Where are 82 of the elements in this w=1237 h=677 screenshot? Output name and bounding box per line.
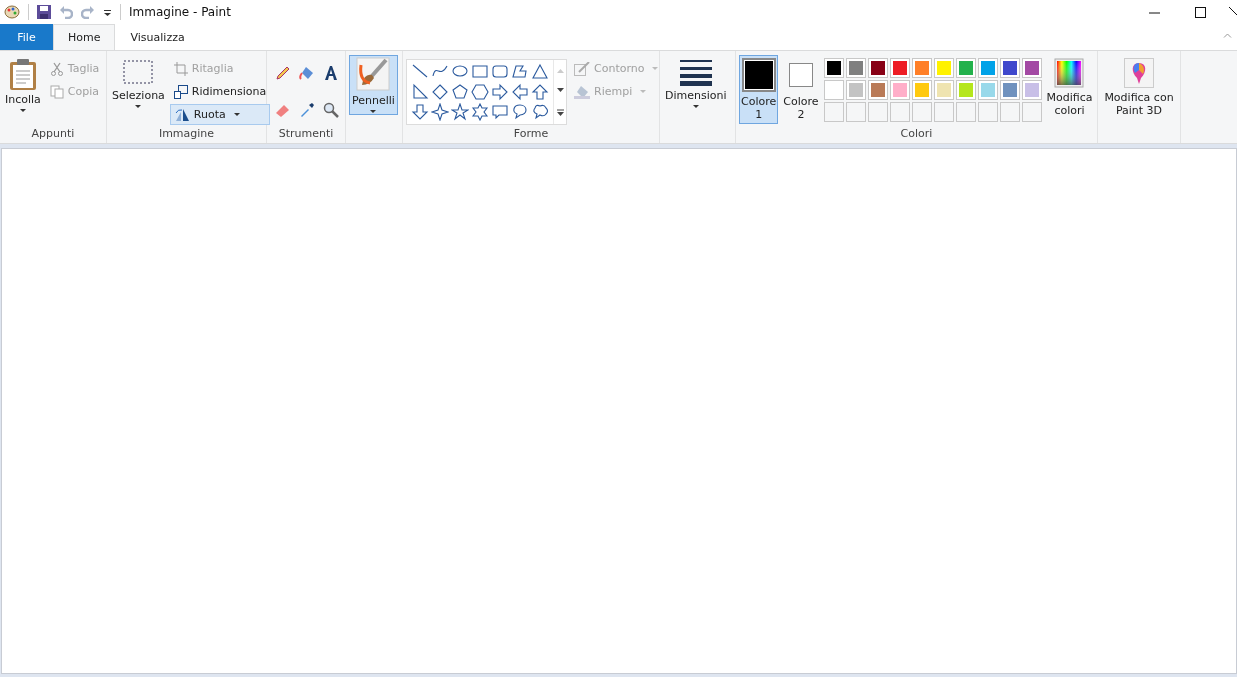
customize-caret-icon[interactable] [103, 7, 112, 17]
diamond-shape-icon[interactable] [431, 83, 449, 101]
palette-color[interactable] [1021, 80, 1042, 100]
scroll-down-icon[interactable] [556, 88, 564, 94]
palette-color[interactable] [999, 58, 1020, 78]
color-picker-icon[interactable] [299, 101, 315, 118]
fill-bucket-icon[interactable] [299, 65, 315, 81]
crop-icon [173, 61, 188, 76]
paste-button[interactable]: Incolla [3, 55, 43, 115]
size-button[interactable]: Dimensioni [663, 55, 729, 111]
arrow-right-shape-icon[interactable] [491, 83, 509, 101]
palette-color[interactable] [955, 58, 976, 78]
arrow-down-shape-icon[interactable] [411, 103, 429, 121]
star5-shape-icon[interactable] [451, 103, 469, 121]
palette-color[interactable] [911, 80, 932, 100]
pencil-icon[interactable] [275, 65, 291, 81]
text-tool-icon[interactable] [323, 65, 339, 81]
paint-drop-icon [1124, 58, 1154, 88]
group-label: Forme [513, 127, 549, 142]
star4-shape-icon[interactable] [431, 103, 449, 121]
palette-color[interactable] [955, 80, 976, 100]
palette-color[interactable] [823, 58, 844, 78]
magnifier-icon[interactable] [323, 101, 339, 118]
select-button[interactable]: Seleziona [110, 55, 167, 111]
file-tab[interactable]: File [0, 24, 53, 50]
window-title: Immagine - Paint [129, 5, 231, 19]
fill-bucket-icon [574, 84, 590, 99]
maximize-icon [1194, 6, 1206, 18]
copy-icon [49, 84, 64, 99]
palette-color[interactable] [823, 80, 844, 100]
palette-color[interactable] [999, 80, 1020, 100]
palette-color[interactable] [977, 80, 998, 100]
triangle-shape-icon[interactable] [531, 63, 549, 81]
palette-color[interactable] [933, 80, 954, 100]
palette-color[interactable] [889, 80, 910, 100]
pentagon-shape-icon[interactable] [451, 83, 469, 101]
resize-icon [173, 84, 188, 99]
callout-rect-shape-icon[interactable] [491, 103, 509, 121]
close-icon [1229, 6, 1237, 18]
palette-color[interactable] [845, 80, 866, 100]
palette-color[interactable] [911, 58, 932, 78]
group-label: Strumenti [278, 127, 334, 142]
redo-icon[interactable] [81, 5, 95, 19]
clipboard-icon [7, 58, 38, 90]
group-label: Immagine [158, 127, 215, 142]
rotate-button[interactable]: Ruota [169, 104, 271, 125]
line-width-icon [679, 58, 712, 86]
ribbon-tab[interactable]: Home [53, 24, 116, 50]
star6-shape-icon[interactable] [471, 103, 489, 121]
arrow-up-shape-icon[interactable] [531, 83, 549, 101]
group-label: Appunti [31, 127, 75, 142]
callout-cloud-shape-icon[interactable] [531, 103, 549, 121]
right-triangle-shape-icon[interactable] [411, 83, 429, 101]
palette-color[interactable] [1021, 58, 1042, 78]
callout-oval-shape-icon[interactable] [511, 103, 529, 121]
color-slot-button[interactable]: Colore 1 [739, 55, 779, 124]
palette-color[interactable] [867, 80, 888, 100]
palette-color[interactable] [889, 58, 910, 78]
color-spectrum-icon [1054, 58, 1085, 88]
rotate-icon [173, 107, 190, 122]
edit-colors-button[interactable]: Modifica colori [1044, 55, 1095, 120]
roundrect-shape-icon[interactable] [491, 63, 509, 81]
expand-gallery-icon[interactable] [556, 109, 564, 117]
scissors-icon [49, 61, 64, 76]
group-label: Colori [900, 127, 933, 142]
polygon-shape-icon[interactable] [511, 63, 529, 81]
palette-color[interactable] [845, 58, 866, 78]
save-icon[interactable] [37, 5, 51, 19]
paint-3d-button[interactable]: Modifica con Paint 3D [1101, 55, 1177, 120]
undo-icon[interactable] [59, 5, 73, 19]
dashed-rectangle-icon [122, 58, 155, 86]
hexagon-shape-icon[interactable] [471, 83, 489, 101]
paintbrush-icon [356, 57, 391, 91]
palette-color[interactable] [933, 58, 954, 78]
palette-color[interactable] [867, 58, 888, 78]
palette-color[interactable] [977, 58, 998, 78]
brushes-button[interactable]: Pennelli [349, 55, 398, 115]
resize-button[interactable]: Ridimensiona [169, 81, 271, 102]
pencil-outline-icon [574, 61, 590, 76]
paint-palette-icon [4, 5, 20, 19]
arrow-left-shape-icon[interactable] [511, 83, 529, 101]
color-slot-button[interactable]: Colore 2 [781, 55, 821, 124]
